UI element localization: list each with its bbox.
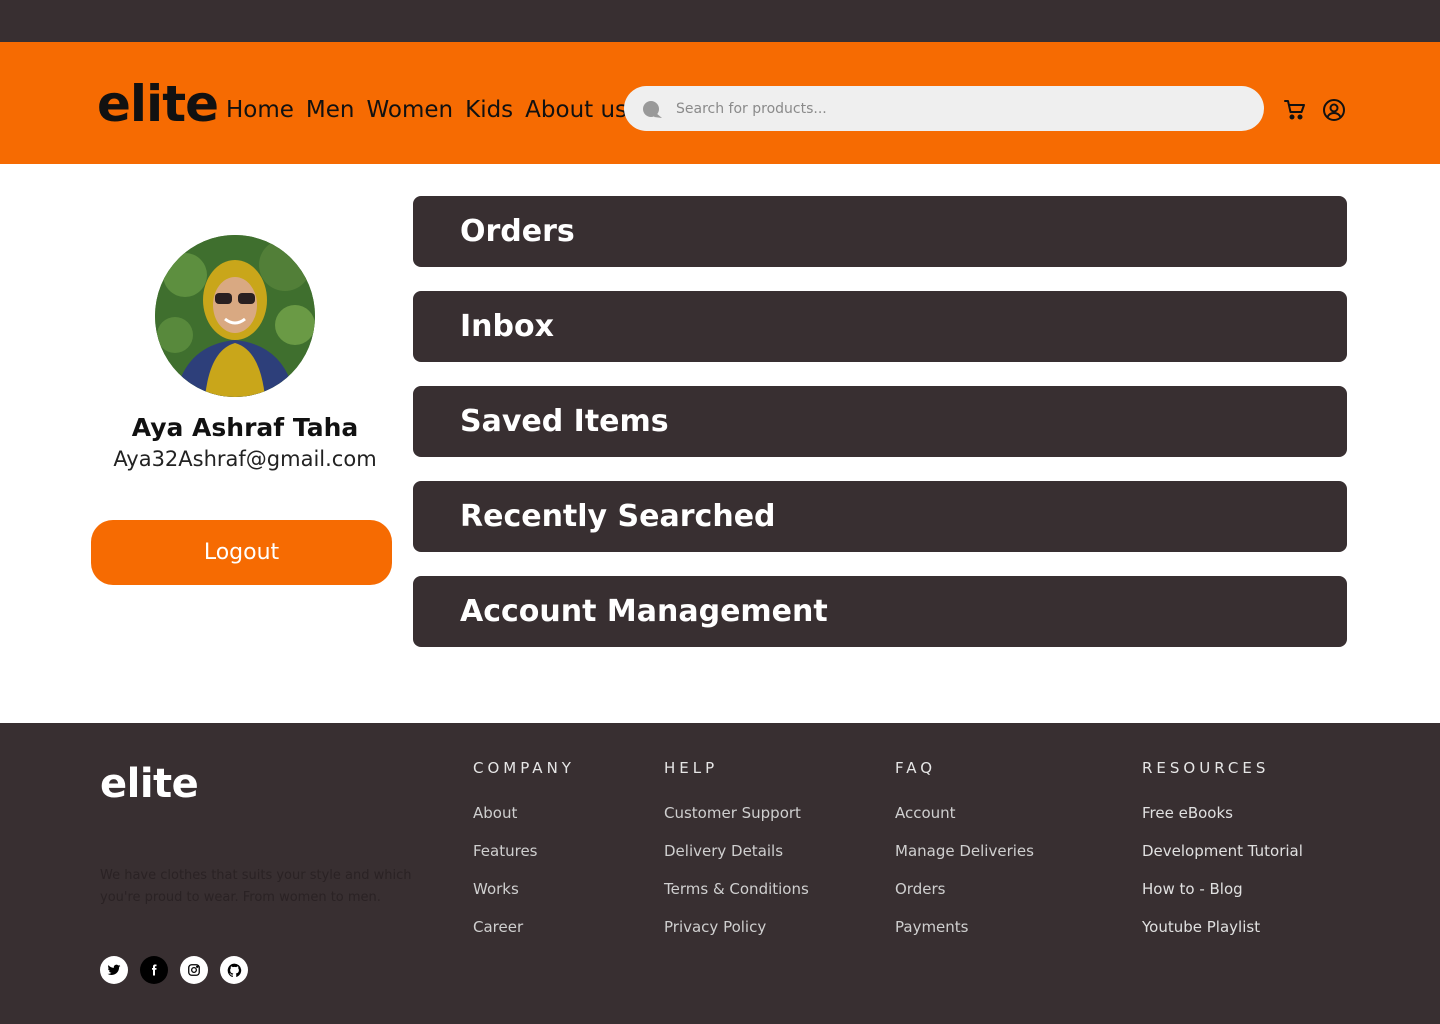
- facebook-icon[interactable]: [140, 956, 168, 984]
- footer-link-privacy[interactable]: Privacy Policy: [664, 917, 809, 938]
- profile-email: Aya32Ashraf@gmail.com: [113, 447, 377, 471]
- menu-inbox[interactable]: Inbox: [413, 291, 1347, 362]
- footer-link-payments[interactable]: Payments: [895, 917, 1034, 938]
- header: elite Home Men Women Kids About us: [0, 42, 1440, 164]
- user-icon[interactable]: [1322, 98, 1346, 122]
- footer-link-account[interactable]: Account: [895, 803, 1034, 824]
- main-nav: Home Men Women Kids About us: [226, 95, 639, 125]
- github-icon[interactable]: [220, 956, 248, 984]
- logo[interactable]: elite: [97, 77, 219, 131]
- footer-col-title: HELP: [664, 759, 719, 777]
- twitter-icon[interactable]: [100, 956, 128, 984]
- nav-women[interactable]: Women: [367, 95, 454, 125]
- social-links: [100, 956, 248, 984]
- menu-orders[interactable]: Orders: [413, 196, 1347, 267]
- menu-account-management[interactable]: Account Management: [413, 576, 1347, 647]
- footer-col-title: RESOURCES: [1142, 759, 1270, 777]
- search-bar: [624, 86, 1264, 131]
- footer-link-delivery-details[interactable]: Delivery Details: [664, 841, 809, 862]
- menu-recently-searched[interactable]: Recently Searched: [413, 481, 1347, 552]
- footer: elite We have clothes that suits your st…: [0, 723, 1440, 1024]
- footer-col-title: FAQ: [895, 759, 937, 777]
- nav-about-us[interactable]: About us: [525, 95, 627, 125]
- footer-col-company: COMPANY About Features Works Career: [473, 759, 575, 955]
- footer-col-help: HELP Customer Support Delivery Details T…: [664, 759, 809, 955]
- search-icon[interactable]: [642, 100, 662, 118]
- footer-link-customer-support[interactable]: Customer Support: [664, 803, 809, 824]
- logout-button[interactable]: Logout: [91, 520, 392, 585]
- footer-col-resources: RESOURCES Free eBooks Development Tutori…: [1142, 759, 1303, 955]
- footer-col-title: COMPANY: [473, 759, 575, 777]
- instagram-icon[interactable]: [180, 956, 208, 984]
- footer-logo[interactable]: elite: [100, 761, 199, 807]
- footer-link-dev-tutorial[interactable]: Development Tutorial: [1142, 841, 1303, 862]
- cart-icon[interactable]: [1283, 98, 1307, 122]
- footer-link-blog[interactable]: How to - Blog: [1142, 879, 1303, 900]
- footer-description: We have clothes that suits your style an…: [100, 868, 412, 905]
- footer-link-manage-deliveries[interactable]: Manage Deliveries: [895, 841, 1034, 862]
- profile-name: Aya Ashraf Taha: [131, 413, 359, 442]
- footer-link-ebooks[interactable]: Free eBooks: [1142, 803, 1303, 824]
- avatar: [155, 235, 315, 397]
- top-bar: [0, 0, 1440, 42]
- footer-col-faq: FAQ Account Manage Deliveries Orders Pay…: [895, 759, 1034, 955]
- nav-men[interactable]: Men: [306, 95, 355, 125]
- menu-saved-items[interactable]: Saved Items: [413, 386, 1347, 457]
- footer-link-terms[interactable]: Terms & Conditions: [664, 879, 809, 900]
- nav-kids[interactable]: Kids: [465, 95, 513, 125]
- search-input[interactable]: [676, 86, 1246, 131]
- footer-link-works[interactable]: Works: [473, 879, 575, 900]
- footer-link-career[interactable]: Career: [473, 917, 575, 938]
- footer-link-features[interactable]: Features: [473, 841, 575, 862]
- footer-link-about[interactable]: About: [473, 803, 575, 824]
- footer-link-orders[interactable]: Orders: [895, 879, 1034, 900]
- footer-link-youtube[interactable]: Youtube Playlist: [1142, 917, 1303, 938]
- nav-home[interactable]: Home: [226, 95, 294, 125]
